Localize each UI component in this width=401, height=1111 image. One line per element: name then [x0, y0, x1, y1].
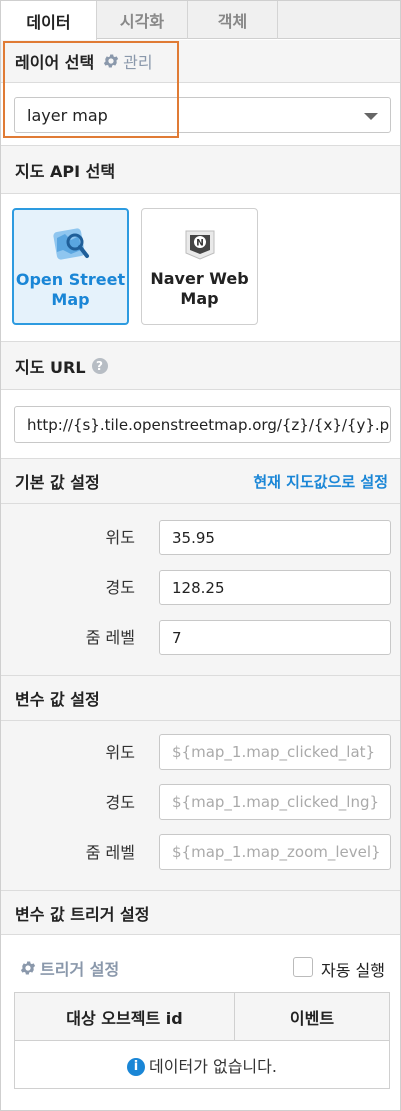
- variable-latitude-input[interactable]: ${map_1.map_clicked_lat}: [159, 734, 391, 770]
- layer-select-value: layer map: [27, 105, 108, 125]
- trigger-settings-button[interactable]: 트리거 설정: [19, 956, 119, 980]
- api-option-label: Open Street Map: [15, 270, 126, 309]
- variable-section-header: 변수 값 설정: [1, 676, 400, 721]
- svg-text:N: N: [196, 239, 204, 249]
- map-url-input[interactable]: http://{s}.tile.openstreetmap.org/{z}/{x…: [14, 406, 391, 443]
- empty-message-cell: i 데이터가 없습니다.: [14, 1040, 390, 1089]
- url-section-header: 지도 URL ?: [1, 342, 400, 390]
- default-section-header: 기본 값 설정 현재 지도값으로 설정: [1, 459, 400, 504]
- zoom-level-label: 줌 레벨: [85, 843, 135, 862]
- zoom-level-label: 줌 레벨: [85, 628, 135, 647]
- variable-longitude-input[interactable]: ${map_1.map_clicked_lng}: [159, 784, 391, 820]
- layer-section-title: 레이어 선택: [15, 53, 95, 72]
- auto-run-checkbox[interactable]: [293, 957, 313, 977]
- tab-visualization[interactable]: 시각화: [97, 1, 188, 39]
- trigger-table: 대상 오브젝트 id 이벤트 i 데이터가 없습니다.: [14, 992, 390, 1089]
- api-section-title: 지도 API 선택: [15, 161, 116, 181]
- info-icon: i: [127, 1058, 146, 1076]
- auto-run-label: 자동 실행: [321, 961, 385, 980]
- default-latitude-input[interactable]: 35.95: [159, 520, 391, 555]
- default-zoom-input[interactable]: 7: [159, 620, 391, 655]
- trigger-section-title: 변수 값 트리거 설정: [15, 904, 150, 924]
- manage-label: 관리: [123, 53, 153, 72]
- tab-bar: 데이터 시각화 객체: [1, 1, 400, 40]
- api-option-openstreetmap[interactable]: Open Street Map: [12, 208, 129, 325]
- layer-section-header: 레이어 선택 관리: [1, 40, 400, 83]
- longitude-label: 경도: [105, 578, 135, 597]
- openstreetmap-icon: [52, 228, 89, 260]
- trigger-settings-label: 트리거 설정: [40, 960, 120, 979]
- manage-layer-button[interactable]: 관리: [102, 49, 153, 73]
- column-header-object-id: 대상 오브젝트 id: [14, 992, 235, 1041]
- variable-section-title: 변수 값 설정: [15, 690, 100, 709]
- api-option-label: Naver Web Map: [150, 269, 249, 308]
- gear-icon: [20, 961, 36, 975]
- chevron-down-icon: [364, 113, 378, 120]
- tab-object[interactable]: 객체: [188, 1, 278, 39]
- naver-map-icon: N: [185, 230, 214, 260]
- latitude-label: 위도: [105, 528, 135, 547]
- empty-message: 데이터가 없습니다.: [149, 1056, 277, 1076]
- variable-zoom-input[interactable]: ${map_1.map_zoom_level}: [159, 834, 391, 870]
- api-option-naver[interactable]: N Naver Web Map: [141, 208, 258, 325]
- default-longitude-input[interactable]: 128.25: [159, 570, 391, 605]
- default-section-title: 기본 값 설정: [15, 473, 100, 492]
- properties-panel: 데이터 시각화 객체 레이어 선택 관리 layer map 지도 API 선택…: [0, 0, 401, 1111]
- gear-icon: [104, 54, 119, 68]
- layer-select[interactable]: layer map: [14, 97, 391, 133]
- question-icon[interactable]: ?: [91, 357, 108, 374]
- table-empty-row: i 데이터가 없습니다.: [14, 1040, 390, 1089]
- url-section-title: 지도 URL: [15, 357, 86, 377]
- table-header-row: 대상 오브젝트 id 이벤트: [14, 992, 390, 1041]
- tab-data[interactable]: 데이터: [1, 1, 97, 40]
- set-current-map-values-button[interactable]: 현재 지도값으로 설정: [253, 471, 388, 492]
- column-header-event: 이벤트: [234, 992, 390, 1041]
- latitude-label: 위도: [105, 743, 135, 762]
- longitude-label: 경도: [105, 793, 135, 812]
- api-section-header: 지도 API 선택: [1, 146, 400, 194]
- trigger-section-header: 변수 값 트리거 설정: [1, 891, 400, 935]
